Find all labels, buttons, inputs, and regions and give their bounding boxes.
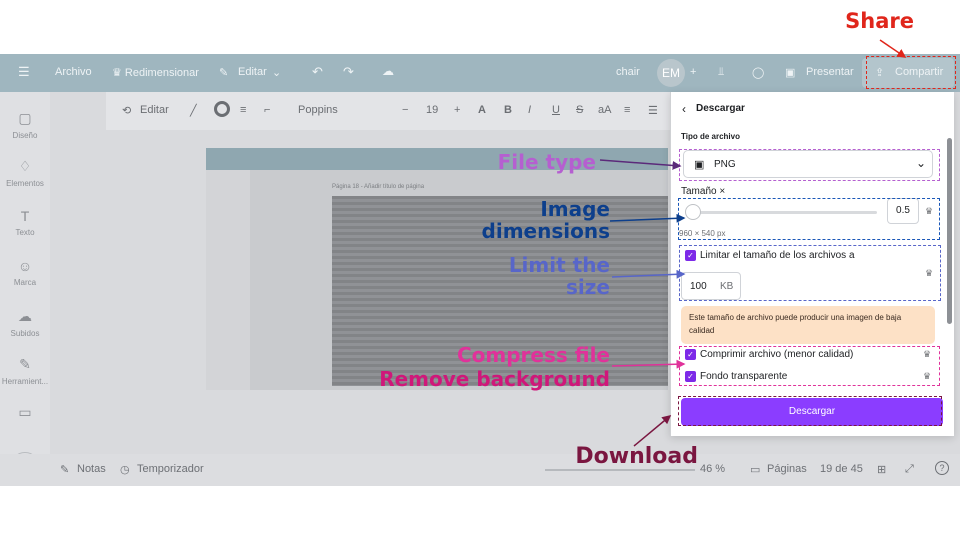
pages-icon[interactable]: ▭ [750,463,760,476]
bold-icon[interactable]: B [504,104,512,116]
zoom-slider[interactable] [545,469,695,471]
brand-icon: ☺ [17,258,33,274]
elements-icon: ♢ [18,158,32,174]
low-quality-warning: Este tamaño de archivo puede producir un… [681,306,935,344]
stroke-color-icon[interactable] [214,101,230,117]
line-weight-icon[interactable]: ≡ [240,104,246,116]
notas-button[interactable]: Notas [77,463,106,475]
sidebar-label: Texto [15,228,35,237]
sidebar-label: Subidos [10,329,40,338]
corner-icon[interactable]: ⌐ [264,104,270,116]
chart-icon[interactable]: ⫫ [718,66,724,79]
list-icon[interactable]: ☰ [648,104,658,117]
editar-button[interactable]: Editar [140,104,169,116]
sidebar-item-diseno[interactable]: ▢ Diseño [0,110,50,140]
sidebar-item-subidos[interactable]: ☁ Subidos [0,308,50,338]
sidebar-label: Marca [13,278,37,287]
share-highlight-box [866,56,956,89]
bottom-bar: ✎ Notas ◷ Temporizador 46 % ▭ Páginas 19… [0,454,960,486]
remove-background-annotation: Remove background [379,367,610,391]
file-type-highlight-box [679,149,940,181]
pencil-icon: ✎ [219,67,229,79]
tools-icon: ✎ [19,356,31,372]
line-icon[interactable]: ╱ [190,104,197,117]
present-icon: ▣ [785,67,796,79]
nested-topbar [206,148,668,170]
sidebar-item-marca[interactable]: ☺ Marca [0,258,50,287]
avatar[interactable]: EM [657,59,685,87]
temporizador-button[interactable]: Temporizador [137,463,204,475]
decrease-size-icon[interactable]: − [402,104,408,116]
limit-size-highlight-box [679,245,941,301]
redimensionar-button[interactable]: ♛ Redimensionar [112,66,199,79]
strikethrough-icon[interactable]: S [576,104,583,116]
italic-icon[interactable]: I [528,104,531,116]
top-bar: ☰ Archivo ♛ Redimensionar ✎ Editar ⌄ ↶ ↷… [0,54,960,92]
download-annotation: Download [575,444,698,469]
nested-sidebar [206,170,250,390]
notes-icon[interactable]: ✎ [60,463,69,476]
hamburger-icon[interactable]: ☰ [18,64,30,80]
page-counter: 19 de 45 [820,463,863,475]
file-type-annotation: File type [497,150,596,174]
share-annotation: Share [845,9,914,33]
screenshot-root: ☰ Archivo ♛ Redimensionar ✎ Editar ⌄ ↶ ↷… [0,0,960,540]
sidebar-label: Elementos [6,179,44,188]
document-title[interactable]: chair [616,66,640,78]
font-size-input[interactable]: 19 [426,104,438,116]
text-icon: T [20,208,30,224]
add-member-icon[interactable]: + [690,66,696,78]
chevron-down-icon[interactable]: ⌄ [272,66,281,79]
grid-view-icon[interactable]: ⊞ [877,463,886,476]
help-icon[interactable]: ? [935,461,949,475]
sidebar-item-texto[interactable]: T Texto [0,208,50,237]
zoom-level[interactable]: 46 % [700,463,725,475]
design-icon: ▢ [18,110,32,126]
folder-icon: ▭ [18,404,32,420]
underline-icon[interactable]: U [552,104,560,116]
sidebar-item-herramientas[interactable]: ✎ Herramient... [0,356,50,386]
compress-highlight-box [679,346,940,386]
edit-image-icon[interactable]: ⟲ [122,104,131,117]
increase-size-icon[interactable]: + [454,104,460,116]
page-label: Página 18 - Añadir título de página [332,184,425,190]
format-toolbar: ⟲ Editar ╱ ≡ ⌐ Poppins − 19 + A B I U S … [106,92,676,130]
editar-menu[interactable]: Editar [238,66,267,78]
size-label: Tamaño × [681,186,726,197]
back-chevron-icon[interactable]: ‹ [682,102,686,116]
limit-size-annotation: Limit the size [508,253,610,299]
cloud-sync-icon: ☁ [382,64,394,78]
image-dimensions-annotation: Image dimensions [481,197,610,243]
panel-scrollbar[interactable] [947,138,952,324]
timer-icon[interactable]: ◷ [120,463,130,476]
text-color-icon[interactable]: A [478,104,486,116]
download-highlight-box [678,396,942,426]
dimensions-highlight-box [678,198,940,240]
sidebar-label: Diseño [12,131,38,140]
panel-title: Descargar [696,103,745,114]
undo-icon[interactable]: ↶ [312,64,323,80]
upload-cloud-icon: ☁ [18,308,32,324]
file-type-label: Tipo de archivo [681,132,740,141]
redo-icon[interactable]: ↷ [343,64,354,80]
sidebar-item-folder[interactable]: ▭ [0,404,50,425]
comment-icon[interactable]: ◯ [752,66,764,79]
archivo-menu[interactable]: Archivo [55,66,92,78]
left-sidebar: ▢ Diseño ♢ Elementos T Texto ☺ Marca ☁ Subido… [0,92,50,486]
align-icon[interactable]: ≡ [624,104,630,116]
compress-file-annotation: Compress file [456,343,610,367]
case-icon[interactable]: aA [598,104,611,116]
paginas-button[interactable]: Páginas [767,463,807,475]
presentar-button[interactable]: Presentar [806,66,854,78]
sidebar-item-elementos[interactable]: ♢ Elementos [0,158,50,188]
font-family-select[interactable]: Poppins [298,104,338,116]
sidebar-label: Herramient... [1,377,49,386]
fullscreen-icon[interactable]: ⤢ [905,463,914,476]
